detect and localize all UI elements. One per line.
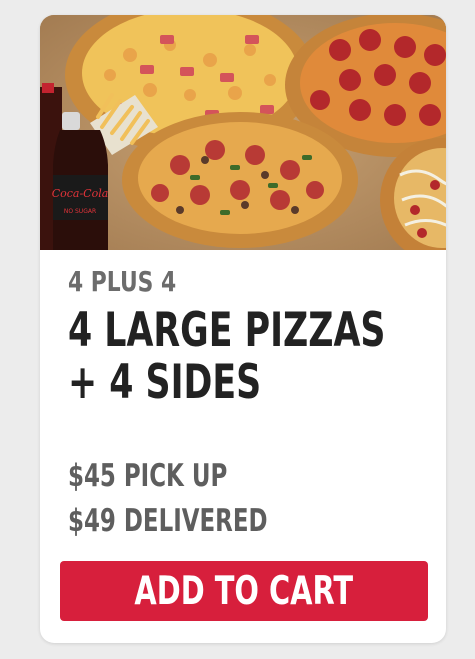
price-pickup: $45 PICK UP [68, 458, 228, 494]
deal-hero-image: Coca-Cola NO SUGAR [40, 15, 446, 250]
add-to-cart-button[interactable]: ADD TO CART [60, 561, 428, 621]
deal-eyebrow: 4 PLUS 4 [68, 265, 177, 298]
deal-card[interactable]: Coca-Cola NO SUGAR 4 PLUS 4 4 LARGE PIZZ… [40, 15, 446, 643]
svg-text:Coca-Cola: Coca-Cola [52, 187, 109, 200]
svg-text:NO SUGAR: NO SUGAR [64, 208, 96, 215]
deal-headline-line-1: 4 LARGE PIZZAS [68, 303, 386, 358]
price-delivered: $49 DELIVERED [68, 503, 268, 539]
add-to-cart-label: ADD TO CART [134, 568, 354, 614]
deal-headline: 4 LARGE PIZZAS + 4 SIDES [68, 305, 385, 409]
deal-headline-line-2: + 4 SIDES [68, 355, 262, 410]
coke-bottle-icon: Coca-Cola NO SUGAR [52, 112, 109, 250]
